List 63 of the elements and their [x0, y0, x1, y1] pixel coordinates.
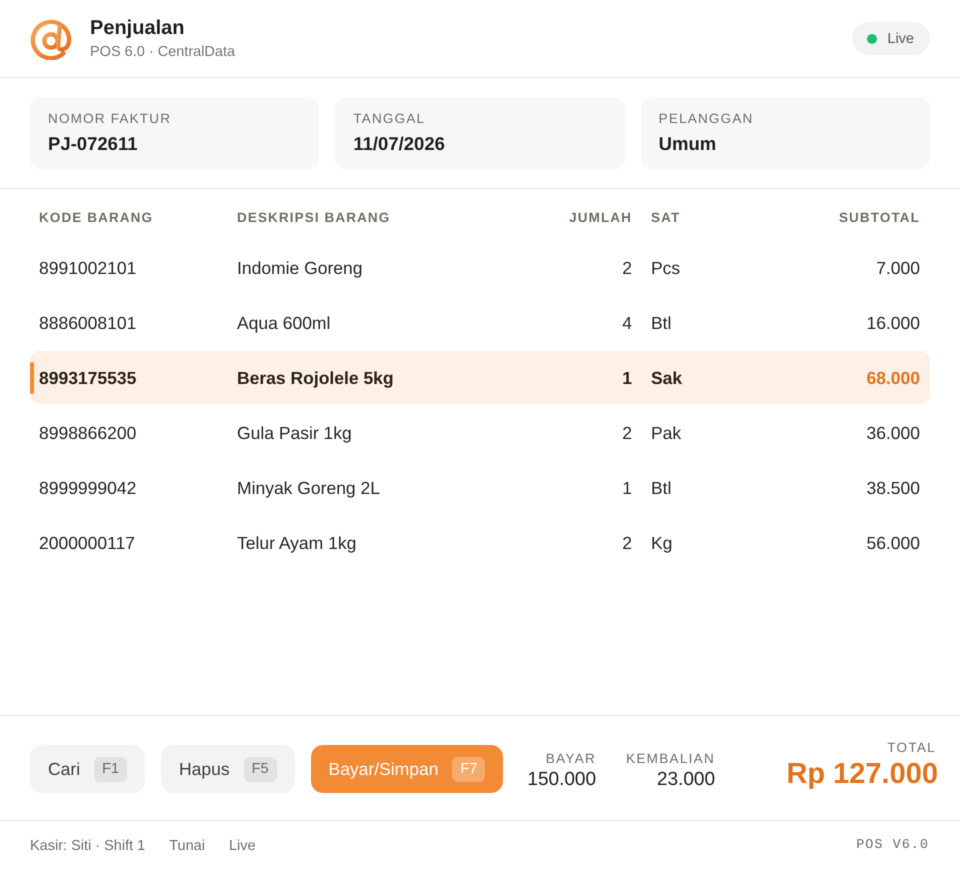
field-label: TANGGAL [353, 111, 426, 127]
table-cell: Minyak Goreng 2L [237, 478, 380, 498]
field-value: PJ-072611 [48, 133, 139, 155]
table-cell: 36.000 [866, 422, 920, 442]
table-cell: Beras Rojolele 5kg [237, 368, 394, 388]
column-header: DESKRIPSI BARANG [237, 210, 390, 225]
table-cell: Telur Ayam 1kg [237, 532, 356, 552]
table-cell: Btl [651, 312, 672, 332]
table-cell: 56.000 [866, 532, 920, 552]
table-cell: 16.000 [866, 312, 920, 332]
column-header: KODE BARANG [39, 210, 154, 225]
page-title: Penjualan [90, 16, 186, 40]
shortcut-key: F5 [244, 756, 277, 782]
column-header: JUMLAH [569, 210, 632, 225]
action-button[interactable]: Hapus F5 [161, 745, 295, 793]
shortcut-key: F1 [94, 756, 128, 782]
table-cell: 38.500 [866, 478, 920, 498]
field-label: PELANGGAN [658, 111, 754, 127]
table-cell: Indomie Goreng [237, 258, 362, 278]
table-cell: 8991002101 [39, 258, 136, 278]
total-value: Rp 127.000 [786, 756, 938, 790]
status-text: Tunai [169, 838, 205, 854]
column-header: SUBTOTAL [838, 210, 920, 225]
table-cell: Pcs [651, 258, 680, 278]
table-cell: 2 [622, 532, 632, 552]
page-subtitle: POS 6.0 · CentralData [90, 43, 236, 61]
status-text: Live [228, 838, 256, 854]
column-header: SAT [651, 210, 680, 225]
table-cell: 2 [622, 258, 632, 278]
summary-value: 150.000 [527, 769, 596, 791]
table-cell: 1 [622, 368, 632, 388]
table-cell: 8886008101 [39, 312, 136, 332]
table-cell: 8998866200 [39, 422, 136, 442]
status-text: Kasir: Siti · Shift 1 [30, 838, 146, 854]
status-dot-icon [867, 34, 878, 44]
table-cell: 2000000117 [39, 532, 136, 552]
version-text: POS V6.0 [856, 838, 929, 853]
highlighted-row[interactable]: 8993175535 Beras Rojolele 5kg 1 Sak 68.000 [30, 351, 930, 404]
table-cell: Pak [651, 422, 682, 442]
summary-label: KEMBALIAN [626, 751, 716, 767]
table-cell: 68.000 [866, 368, 920, 388]
table-cell: 7.000 [876, 258, 920, 278]
field-value: 11/07/2026 [353, 133, 446, 155]
action-button[interactable]: Cari F1 [30, 745, 146, 793]
table-cell: Sak [651, 368, 682, 388]
field-label: NOMOR FAKTUR [48, 111, 172, 127]
table-cell: 1 [622, 478, 632, 498]
table-cell: Kg [651, 532, 672, 552]
table-cell: 8993175535 [39, 368, 136, 388]
shortcut-key: F7 [452, 756, 486, 782]
at-sign-logo-icon [30, 18, 72, 60]
field-value: Umum [658, 133, 718, 155]
table-cell: 2 [622, 422, 632, 442]
selection-bar [30, 362, 34, 394]
live-badge: Live [852, 22, 930, 55]
table-cell: Btl [651, 478, 672, 498]
table-cell: 4 [622, 312, 632, 332]
summary-label: BAYAR [546, 751, 596, 767]
table-cell: 8999999042 [39, 478, 136, 498]
total-label: TOTAL [887, 740, 937, 756]
summary-value: 23.000 [656, 769, 716, 791]
table-cell: Gula Pasir 1kg [237, 422, 352, 442]
table-cell: Aqua 600ml [237, 312, 330, 332]
